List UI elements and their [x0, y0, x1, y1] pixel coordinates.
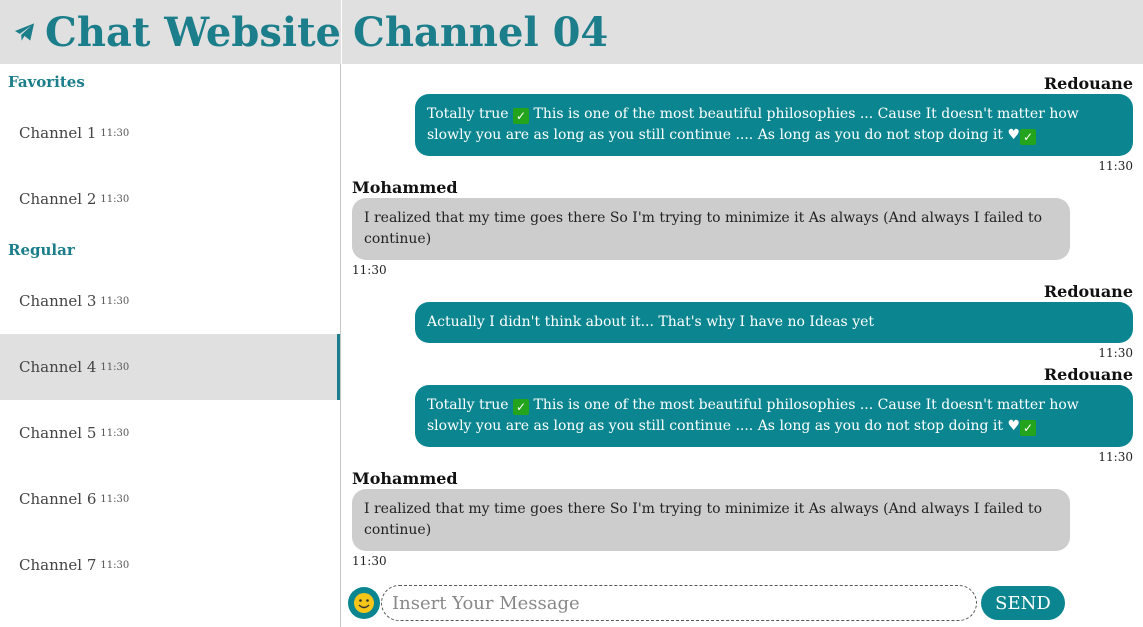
message-bubble: Totally true ✓ This is one of the most b…	[415, 94, 1133, 156]
channel-time: 11:30	[100, 295, 130, 307]
emoji-button[interactable]	[348, 587, 380, 619]
channel-name: Channel 7	[19, 556, 97, 574]
send-button[interactable]: SEND	[981, 586, 1065, 620]
message-sender: Redouane	[1043, 365, 1133, 384]
chat-message: Redouane Totally true ✓ This is one of th…	[352, 74, 1133, 174]
channel-header: Channel 04	[342, 0, 1143, 64]
message-time: 11:30	[1098, 450, 1133, 464]
message-text: Actually I didn't think about it... That…	[427, 314, 875, 330]
channel-name: Channel 1	[19, 124, 97, 142]
channel-time: 11:30	[100, 361, 130, 373]
message-sender: Mohammed	[352, 178, 458, 197]
channel-name: Channel 3	[19, 292, 97, 310]
message-text: Totally true	[427, 106, 514, 122]
paper-plane-icon	[14, 23, 35, 41]
message-bubble: I realized that my time goes there So I'…	[352, 198, 1070, 260]
message-bubble: Totally true ✓ This is one of the most b…	[415, 385, 1133, 447]
sidebar-item-channel[interactable]: Channel 1 11:30	[0, 100, 340, 166]
sidebar-item-channel[interactable]: Channel 5 11:30	[0, 400, 340, 466]
check-mark-icon: ✓	[513, 399, 530, 415]
channel-time: 11:30	[100, 427, 130, 439]
sidebar: Favorites Channel 1 11:30 Channel 2 11:30 Reg…	[0, 64, 341, 627]
chat-message: Redouane Actually I didn't think about it…	[352, 282, 1133, 361]
message-sender: Redouane	[1043, 282, 1133, 301]
message-sender: Mohammed	[352, 469, 458, 488]
message-composer: SEND	[348, 585, 1068, 621]
chat-message: Redouane Totally true ✓ This is one of th…	[352, 365, 1133, 465]
channel-title: Channel 04	[353, 8, 609, 56]
message-bubble: I realized that my time goes there So I'…	[352, 489, 1070, 551]
sidebar-group-label: Regular	[8, 241, 75, 259]
sidebar-item-channel[interactable]: Channel 4 11:30	[0, 334, 340, 400]
sidebar-item-channel[interactable]: Channel 2 11:30	[0, 166, 340, 232]
heart-icon: ♥	[1007, 127, 1020, 143]
channel-time: 11:30	[100, 493, 130, 505]
message-text: I realized that my time goes there So I'…	[364, 501, 1043, 538]
message-text: I realized that my time goes there So I'…	[364, 210, 1043, 247]
chat-message: Mohammed I realized that my time goes the…	[352, 178, 1133, 278]
message-text: Totally true	[427, 397, 514, 413]
message-bubble: Actually I didn't think about it... That…	[415, 302, 1133, 343]
chat-area: Redouane Totally true ✓ This is one of th…	[342, 64, 1143, 627]
check-mark-icon: ✓	[1020, 129, 1036, 145]
channel-time: 11:30	[100, 127, 130, 139]
message-time: 11:30	[1098, 346, 1133, 360]
heart-icon: ♥	[1007, 418, 1020, 434]
channel-name: Channel 5	[19, 424, 97, 442]
sidebar-item-channel[interactable]: Channel 7 11:30	[0, 532, 340, 598]
message-sender: Redouane	[1043, 74, 1133, 93]
smiley-icon	[354, 593, 374, 613]
channel-time: 11:30	[100, 193, 130, 205]
sidebar-item-channel[interactable]: Channel 6 11:30	[0, 466, 340, 532]
check-mark-icon: ✓	[513, 108, 530, 124]
chat-message: Mohammed I realized that my time goes the…	[352, 469, 1133, 569]
sidebar-item-channel[interactable]: Channel 3 11:30	[0, 268, 340, 334]
check-mark-icon: ✓	[1020, 420, 1036, 436]
sidebar-group-label: Favorites	[8, 73, 85, 91]
message-input[interactable]	[381, 585, 977, 621]
message-time: 11:30	[352, 554, 387, 568]
channel-name: Channel 6	[19, 490, 97, 508]
channel-time: 11:30	[100, 559, 130, 571]
channel-name: Channel 2	[19, 190, 97, 208]
message-time: 11:30	[1098, 159, 1133, 173]
channel-name: Channel 4	[19, 358, 97, 376]
message-time: 11:30	[352, 263, 387, 277]
app-header: Chat Website	[0, 0, 341, 64]
app-title: Chat Website	[45, 8, 341, 56]
